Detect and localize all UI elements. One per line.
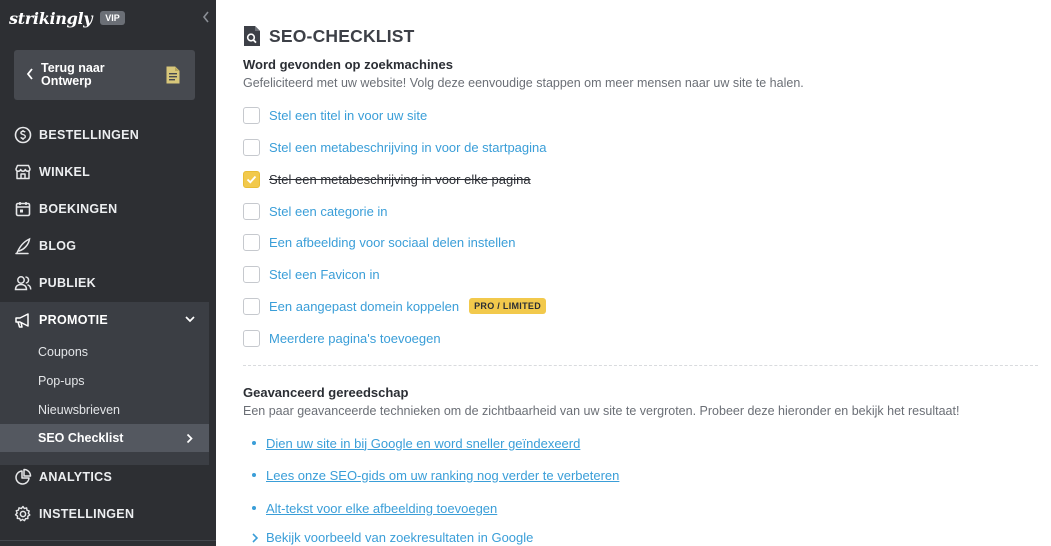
sub-item-popups[interactable]: Pop-ups: [38, 374, 85, 388]
section-heading-advanced-tools: Geavanceerd gereedschap: [243, 385, 409, 400]
checklist-item-label[interactable]: Stel een metabeschrijving in voor elke p…: [269, 172, 531, 187]
checkbox[interactable]: [243, 329, 260, 347]
vip-badge: VIP: [100, 11, 125, 25]
search-preview-label: Bekijk voorbeeld van zoekresultaten in G…: [266, 530, 534, 545]
checkbox[interactable]: [243, 106, 260, 124]
checklist-item[interactable]: Stel een Favicon in: [243, 265, 380, 283]
checkbox[interactable]: [243, 138, 260, 156]
checklist-item[interactable]: Een afbeelding voor sociaal delen instel…: [243, 233, 515, 251]
page-title: SEO-CHECKLIST: [269, 25, 415, 46]
users-icon: [14, 276, 32, 291]
nav-item-store[interactable]: WINKEL: [0, 155, 216, 189]
checklist-item[interactable]: Stel een metabeschrijving in voor elke p…: [243, 170, 531, 188]
caret-right-icon: [252, 532, 258, 543]
nav-item-audience[interactable]: PUBLIEK: [0, 266, 216, 300]
checklist-item-label[interactable]: Stel een metabeschrijving in voor de sta…: [269, 140, 547, 155]
nav-item-analytics[interactable]: ANALYTICS: [0, 460, 216, 494]
link-submit-google[interactable]: Dien uw site in bij Google en word snell…: [266, 436, 580, 451]
sidebar-divider: [0, 540, 216, 541]
link-alt-text[interactable]: Alt-tekst voor elke afbeelding toevoegen: [266, 501, 497, 516]
nav-label-settings: INSTELLINGEN: [39, 507, 135, 521]
checkbox[interactable]: [243, 297, 260, 315]
section-description-advanced-tools: Een paar geavanceerde technieken om de z…: [243, 404, 960, 418]
link-seo-guide[interactable]: Lees onze SEO-gids om uw ranking nog ver…: [266, 468, 619, 483]
section-divider: [243, 365, 1038, 366]
nav-label-orders: BESTELLINGEN: [39, 128, 140, 142]
page-title-row: SEO-CHECKLIST: [243, 25, 415, 47]
brand-logo: strikingly: [9, 8, 93, 28]
checklist-item[interactable]: Stel een titel in voor uw site: [243, 106, 427, 124]
storefront-icon: [15, 164, 31, 180]
list-item[interactable]: Alt-tekst voor elke afbeelding toevoegen: [252, 499, 497, 517]
quill-pen-icon: [15, 237, 31, 255]
pro-limited-badge: PRO / LIMITED: [469, 298, 546, 314]
nav-item-promotion[interactable]: PROMOTIE: [0, 303, 216, 337]
checkbox-checked[interactable]: [243, 170, 260, 188]
nav-label-bookings: BOEKINGEN: [39, 202, 118, 216]
checklist-item[interactable]: Stel een metabeschrijving in voor de sta…: [243, 138, 547, 156]
seo-search-document-icon: [244, 26, 260, 46]
checklist-item-label[interactable]: Stel een Favicon in: [269, 267, 380, 282]
nav-item-settings[interactable]: INSTELLINGEN: [0, 497, 216, 531]
bullet-icon: [252, 506, 256, 510]
megaphone-icon: [15, 313, 29, 328]
checklist-item-label[interactable]: Een aangepast domein koppelen: [269, 299, 459, 314]
nav-item-blog[interactable]: BLOG: [0, 229, 216, 263]
checklist-item-label[interactable]: Stel een categorie in: [269, 204, 388, 219]
checkbox[interactable]: [243, 233, 260, 251]
checkbox[interactable]: [243, 202, 260, 220]
checklist-item-label[interactable]: Meerdere pagina's toevoegen: [269, 331, 441, 346]
checklist-item[interactable]: Een aangepast domein koppelen PRO / LIMI…: [243, 297, 546, 315]
nav-label-store: WINKEL: [39, 165, 91, 179]
nav-label-blog: BLOG: [39, 239, 77, 253]
back-to-design-button[interactable]: Terug naar Ontwerp: [14, 50, 195, 100]
checklist-item-label[interactable]: Stel een titel in voor uw site: [269, 108, 427, 123]
gear-icon: [14, 505, 31, 522]
list-item[interactable]: Lees onze SEO-gids om uw ranking nog ver…: [252, 466, 619, 484]
nav-label-promotion: PROMOTIE: [39, 313, 109, 327]
sidebar: strikingly VIP Terug naar Ontwerp BESTEL…: [0, 0, 216, 546]
section-description-search-engines: Gefeliciteerd met uw website! Volg deze …: [243, 76, 804, 90]
checklist-item[interactable]: Stel een categorie in: [243, 202, 388, 220]
nav-label-analytics: ANALYTICS: [39, 470, 113, 484]
chevron-right-icon: [186, 433, 193, 444]
sub-item-newsletters[interactable]: Nieuwsbrieven: [38, 403, 120, 417]
checkbox[interactable]: [243, 265, 260, 283]
checklist-item[interactable]: Meerdere pagina's toevoegen: [243, 329, 441, 347]
nav-item-orders[interactable]: BESTELLINGEN: [0, 118, 216, 152]
bullet-icon: [252, 473, 256, 477]
collapse-sidebar-icon[interactable]: [201, 9, 211, 25]
chevron-left-icon: [26, 68, 33, 80]
sub-item-seo-checklist[interactable]: SEO Checklist: [0, 424, 209, 452]
checklist-item-label[interactable]: Een afbeelding voor sociaal delen instel…: [269, 235, 515, 250]
chevron-down-icon: [185, 316, 195, 323]
sub-item-coupons[interactable]: Coupons: [38, 345, 88, 359]
main-content: SEO-CHECKLIST Word gevonden op zoekmachi…: [216, 0, 1051, 546]
brand[interactable]: strikingly VIP: [9, 7, 125, 29]
page-document-icon: [166, 66, 180, 84]
nav-label-audience: PUBLIEK: [39, 276, 96, 290]
list-item[interactable]: Dien uw site in bij Google en word snell…: [252, 434, 580, 452]
section-heading-search-engines: Word gevonden op zoekmachines: [243, 57, 453, 72]
sub-item-seo-label: SEO Checklist: [38, 431, 124, 445]
pie-chart-icon: [15, 468, 32, 485]
checkmark-icon: [246, 175, 257, 184]
back-button-label: Terug naar Ontwerp: [41, 61, 105, 88]
calendar-icon: [15, 202, 31, 217]
dollar-circle-icon: [14, 126, 32, 144]
bullet-icon: [252, 441, 256, 445]
search-preview-expander[interactable]: Bekijk voorbeeld van zoekresultaten in G…: [252, 530, 533, 545]
app: strikingly VIP Terug naar Ontwerp BESTEL…: [0, 0, 1051, 546]
nav-item-bookings[interactable]: BOEKINGEN: [0, 192, 216, 226]
